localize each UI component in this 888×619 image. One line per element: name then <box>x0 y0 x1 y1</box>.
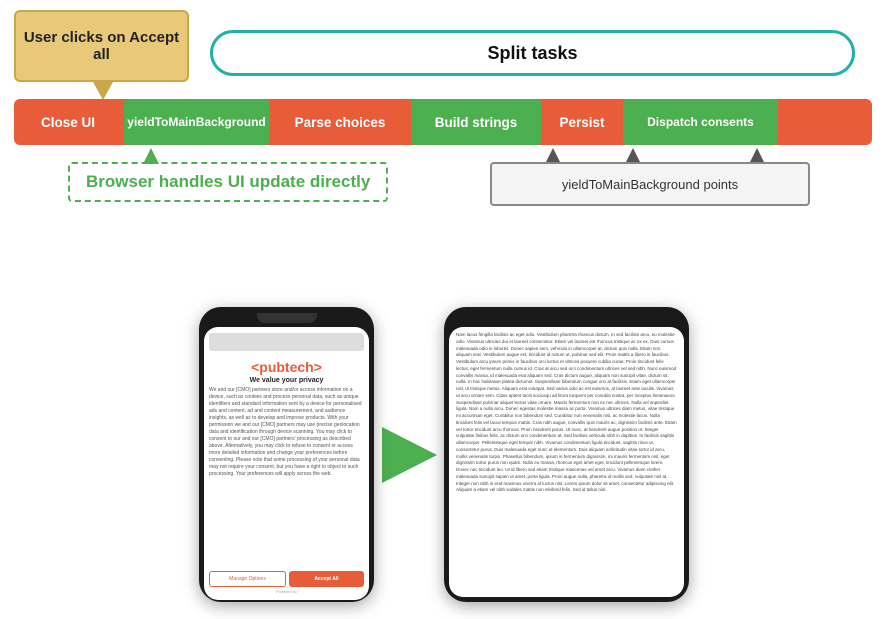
browser-handles-label: Browser handles UI update directly <box>68 162 388 202</box>
consent-screen: <pubtech> We value your privacy We and o… <box>204 327 369 600</box>
accept-all-button[interactable]: Accept All <box>289 571 364 587</box>
manage-options-button[interactable]: Manage Options <box>209 571 286 587</box>
article-content: Nam lacus fringilla facilisis ac eget od… <box>449 327 684 597</box>
user-clicks-label: User clicks on Accept all <box>22 29 181 63</box>
pipeline-dispatch-consents: Dispatch consents <box>623 99 778 145</box>
pipeline-build-strings: Build strings <box>411 99 541 145</box>
consent-body-text: We and our [CMO] partners store and/or a… <box>209 387 364 567</box>
phone-article: Nam lacus fringilla facilisis ac eget od… <box>444 307 689 602</box>
phones-area: <pubtech> We value your privacy We and o… <box>0 290 888 619</box>
user-clicks-box: User clicks on Accept all <box>14 10 189 82</box>
consent-top-bar <box>209 333 364 351</box>
phone1-screen: <pubtech> We value your privacy We and o… <box>204 327 369 600</box>
arrow-up-yield3-icon <box>750 148 764 162</box>
right-arrow-icon <box>382 427 437 483</box>
consent-subtitle: We value your privacy <box>209 377 364 384</box>
arrow-up-yield2-icon <box>626 148 640 162</box>
pipeline-close-ui: Close UI <box>14 99 122 145</box>
diagram-area: User clicks on Accept all Split tasks Cl… <box>0 0 888 290</box>
split-tasks-label: Split tasks <box>487 43 577 64</box>
split-tasks-pill: Split tasks <box>210 30 855 76</box>
phone2-screen: Nam lacus fringilla facilisis ac eget od… <box>449 327 684 597</box>
yield-points-label: yieldToMainBackground points <box>562 177 738 192</box>
phone-consent: <pubtech> We value your privacy We and o… <box>199 307 374 602</box>
yield-points-box: yieldToMainBackground points <box>490 162 810 206</box>
arrow-down-user-icon <box>93 82 113 100</box>
pipeline-yield-bg: yieldToMainBackground <box>124 99 269 145</box>
phone1-notch <box>257 313 317 323</box>
arrow-between-phones <box>374 430 444 480</box>
consent-buttons: Manage Options Accept All <box>209 571 364 587</box>
powered-by-label: Powered by <box>209 589 364 594</box>
pipeline-parse-choices: Parse choices <box>271 99 409 145</box>
consent-logo: <pubtech> <box>209 359 364 375</box>
pipeline-persist: Persist <box>543 99 621 145</box>
pipeline-bar: Close UI yieldToMainBackground Parse cho… <box>14 99 872 145</box>
arrow-up-yield1-icon <box>546 148 560 162</box>
